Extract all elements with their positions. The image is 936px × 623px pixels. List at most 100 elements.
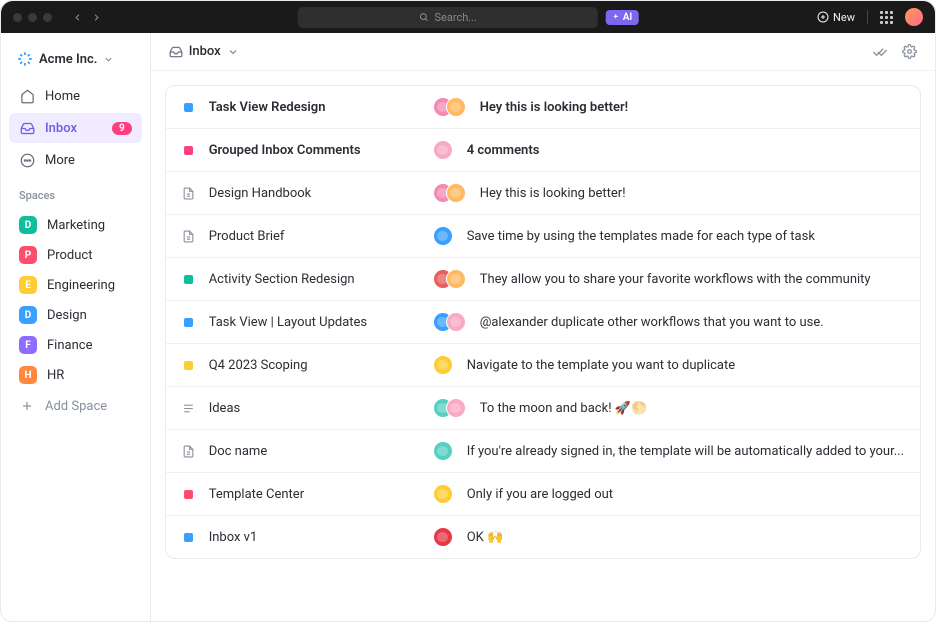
inbox-row[interactable]: Design Handbook Hey this is looking bett… bbox=[166, 172, 920, 215]
row-type-icon bbox=[182, 273, 195, 286]
workspace-name: Acme Inc. bbox=[39, 52, 97, 67]
search-input[interactable]: Search... bbox=[298, 7, 598, 28]
add-space-label: Add Space bbox=[45, 399, 107, 414]
avatar bbox=[433, 355, 453, 375]
inbox-row[interactable]: Task View | Layout Updates @alexander du… bbox=[166, 301, 920, 344]
inbox-row[interactable]: Inbox v1 OK 🙌 bbox=[166, 516, 920, 558]
space-icon: D bbox=[19, 306, 37, 324]
row-avatars bbox=[433, 97, 466, 117]
workspace-switcher[interactable]: Acme Inc. bbox=[9, 45, 142, 73]
forward-icon[interactable] bbox=[91, 12, 102, 23]
ai-button[interactable]: AI bbox=[606, 10, 639, 25]
space-label: Design bbox=[47, 308, 87, 323]
nav-home[interactable]: Home bbox=[9, 81, 142, 111]
nav-more[interactable]: More bbox=[9, 145, 142, 175]
space-item[interactable]: D Marketing bbox=[9, 210, 142, 240]
search-icon bbox=[418, 12, 428, 22]
inbox-row[interactable]: Template Center Only if you are logged o… bbox=[166, 473, 920, 516]
row-avatars bbox=[433, 226, 453, 246]
avatar bbox=[446, 312, 466, 332]
row-avatars bbox=[433, 183, 466, 203]
row-type-icon bbox=[182, 359, 195, 372]
more-icon bbox=[19, 152, 35, 168]
row-title: Doc name bbox=[209, 444, 419, 459]
divider bbox=[867, 10, 868, 24]
inbox-row[interactable]: Ideas To the moon and back! 🚀🌕 bbox=[166, 387, 920, 430]
window-controls[interactable] bbox=[13, 13, 52, 22]
space-label: Marketing bbox=[47, 218, 105, 233]
user-avatar[interactable] bbox=[905, 8, 923, 26]
avatar bbox=[433, 527, 453, 547]
row-message: If you're already signed in, the templat… bbox=[467, 444, 904, 459]
workspace-logo-icon bbox=[17, 51, 33, 67]
inbox-row[interactable]: Doc name If you're already signed in, th… bbox=[166, 430, 920, 473]
inbox-badge: 9 bbox=[112, 122, 132, 135]
inbox-row[interactable]: Q4 2023 Scoping Navigate to the template… bbox=[166, 344, 920, 387]
inbox-row[interactable]: Product Brief Save time by using the tem… bbox=[166, 215, 920, 258]
avatar bbox=[446, 97, 466, 117]
row-message: They allow you to share your favorite wo… bbox=[480, 272, 871, 287]
row-title: Activity Section Redesign bbox=[209, 272, 419, 287]
space-label: Product bbox=[47, 248, 92, 263]
header-title: Inbox bbox=[189, 44, 221, 59]
search-placeholder: Search... bbox=[434, 11, 477, 24]
inbox-row[interactable]: Grouped Inbox Comments 4 comments bbox=[166, 129, 920, 172]
plus-circle-icon bbox=[817, 11, 829, 23]
space-label: HR bbox=[47, 368, 64, 383]
avatar bbox=[446, 398, 466, 418]
row-avatars bbox=[433, 527, 453, 547]
row-message: Hey this is looking better! bbox=[480, 100, 628, 115]
row-message: OK 🙌 bbox=[467, 530, 504, 545]
row-title: Grouped Inbox Comments bbox=[209, 143, 419, 158]
space-label: Engineering bbox=[47, 278, 115, 293]
space-icon: P bbox=[19, 246, 37, 264]
avatar bbox=[433, 484, 453, 504]
sidebar: Acme Inc. Home Inbox 9 More Spaces DMark… bbox=[1, 33, 151, 623]
row-type-icon bbox=[182, 187, 195, 200]
row-avatars bbox=[433, 269, 466, 289]
space-item[interactable]: D Design bbox=[9, 300, 142, 330]
gear-icon[interactable] bbox=[902, 44, 917, 59]
row-avatars bbox=[433, 398, 466, 418]
new-button[interactable]: New bbox=[817, 11, 855, 24]
row-avatars bbox=[433, 484, 453, 504]
row-type-icon bbox=[182, 402, 195, 415]
row-type-icon bbox=[182, 531, 195, 544]
row-title: Template Center bbox=[209, 487, 419, 502]
row-message: 4 comments bbox=[467, 143, 540, 158]
chevron-down-icon bbox=[227, 46, 239, 58]
row-title: Q4 2023 Scoping bbox=[209, 358, 419, 373]
add-space-button[interactable]: Add Space bbox=[9, 392, 142, 420]
row-title: Ideas bbox=[209, 401, 419, 416]
inbox-list: Task View Redesign Hey this is looking b… bbox=[165, 85, 921, 559]
space-item[interactable]: E Engineering bbox=[9, 270, 142, 300]
space-item[interactable]: FFinance bbox=[9, 330, 142, 360]
titlebar: Search... AI New bbox=[1, 1, 935, 33]
avatar bbox=[446, 269, 466, 289]
row-message: Hey this is looking better! bbox=[480, 186, 626, 201]
space-item[interactable]: P Product bbox=[9, 240, 142, 270]
space-icon: E bbox=[19, 276, 37, 294]
nav-inbox[interactable]: Inbox 9 bbox=[9, 113, 142, 143]
avatar bbox=[433, 226, 453, 246]
row-avatars bbox=[433, 441, 453, 461]
back-icon[interactable] bbox=[72, 12, 83, 23]
row-type-icon bbox=[182, 445, 195, 458]
plus-icon bbox=[19, 398, 35, 414]
home-icon bbox=[19, 88, 35, 104]
row-title: Product Brief bbox=[209, 229, 419, 244]
inbox-icon bbox=[19, 120, 35, 136]
mark-read-icon[interactable] bbox=[872, 44, 888, 60]
row-type-icon bbox=[182, 316, 195, 329]
inbox-selector[interactable]: Inbox bbox=[169, 44, 239, 59]
inbox-row[interactable]: Task View Redesign Hey this is looking b… bbox=[166, 86, 920, 129]
chevron-down-icon bbox=[103, 54, 114, 65]
space-item[interactable]: HHR bbox=[9, 360, 142, 390]
space-icon: D bbox=[19, 216, 37, 234]
row-type-icon bbox=[182, 230, 195, 243]
history-nav bbox=[72, 12, 102, 23]
inbox-row[interactable]: Activity Section Redesign They allow you… bbox=[166, 258, 920, 301]
sparkle-icon bbox=[612, 13, 620, 21]
nav-home-label: Home bbox=[45, 89, 80, 104]
apps-icon[interactable] bbox=[880, 11, 893, 24]
